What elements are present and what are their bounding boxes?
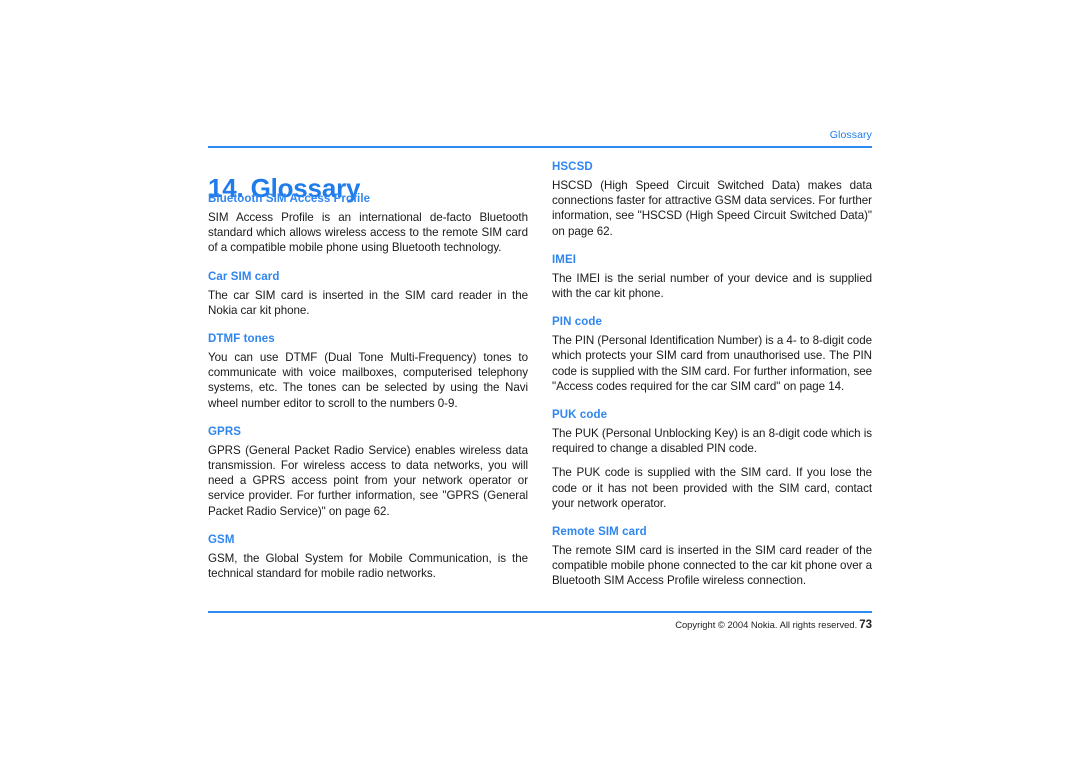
glossary-definition: The car SIM card is inserted in the SIM … xyxy=(208,288,528,317)
page-number: 73 xyxy=(859,619,872,631)
glossary-term: Bluetooth SIM Access Profile xyxy=(208,193,371,205)
glossary-definition: HSCSD (High Speed Circuit Switched Data)… xyxy=(552,179,872,238)
glossary-definition: The PIN (Personal Identification Number)… xyxy=(552,334,872,393)
footer-rule xyxy=(208,611,872,613)
right-column: HSCSD HSCSD (High Speed Circuit Switched … xyxy=(552,160,872,589)
glossary-term: DTMF tones xyxy=(208,333,275,346)
left-column: Bluetooth SIM Access Profile SIM Access P… xyxy=(208,192,528,581)
glossary-term: GPRS xyxy=(208,425,241,438)
glossary-definition: GSM, the Global System for Mobile Commun… xyxy=(208,551,528,581)
glossary-term: PIN code xyxy=(552,316,603,329)
glossary-definition: The PUK code is supplied with the SIM ca… xyxy=(552,466,872,510)
glossary-term: IMEI xyxy=(552,253,577,266)
document-page: Glossary 14. Glossary Bluetooth SIM Acce… xyxy=(0,0,1080,763)
glossary-definition: You can use DTMF (Dual Tone Multi-Freque… xyxy=(208,351,528,410)
glossary-term: Car SIM card xyxy=(208,270,280,283)
glossary-definition: The IMEI is the serial number of your de… xyxy=(552,271,872,301)
glossary-term: Remote SIM card xyxy=(552,526,647,539)
page-footer: Copyright © 2004 Nokia. All rights reser… xyxy=(208,619,872,631)
glossary-term: PUK code xyxy=(552,409,608,422)
glossary-term: HSCSD xyxy=(552,161,593,173)
glossary-definition: The remote SIM card is inserted in the S… xyxy=(552,544,872,588)
glossary-term: GSM xyxy=(208,533,235,546)
glossary-definition: The PUK (Personal Unblocking Key) is an … xyxy=(552,427,872,456)
header-rule xyxy=(208,146,872,148)
running-header: Glossary xyxy=(829,129,872,141)
glossary-definition: SIM Access Profile is an international d… xyxy=(208,211,528,255)
copyright-text: Copyright © 2004 Nokia. All rights reser… xyxy=(675,619,858,630)
glossary-definition: GPRS (General Packet Radio Service) enab… xyxy=(208,443,528,518)
